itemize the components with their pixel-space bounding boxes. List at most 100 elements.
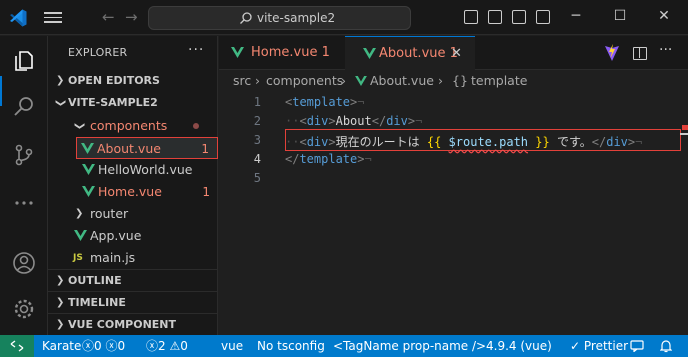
feedback-icon[interactable]	[630, 340, 644, 352]
back-arrow-icon[interactable]: ←	[102, 8, 115, 26]
section-label: OUTLINE	[68, 274, 122, 287]
split-editor-icon[interactable]	[633, 47, 647, 60]
overview-ruler-cursor-mark	[680, 133, 688, 135]
line-number: 1	[253, 95, 261, 109]
language-mode[interactable]: vue	[221, 335, 243, 357]
status-bar: Karate ⓧ0 ⓧ0 ⓧ2 ⚠0 vue No tsconfig <TagN…	[0, 335, 688, 357]
sidebar-more-icon[interactable]: ···	[188, 42, 204, 58]
section-vue-component-preview[interactable]: ❯ VUE COMPONENT PREVIEW	[48, 313, 218, 353]
title-bar: ← → vite-sample2 ─ ☐ ✕	[0, 0, 688, 35]
command-center-search[interactable]: vite-sample2	[148, 6, 411, 30]
breadcrumb-file[interactable]: About.vue	[370, 70, 434, 92]
editor-more-actions-icon[interactable]: ···	[659, 42, 672, 58]
check-double-icon: ✓	[570, 339, 581, 353]
forward-arrow-icon[interactable]: →	[125, 8, 138, 26]
chevron-right-icon: ❯	[56, 275, 65, 286]
tree-item-label: main.js	[90, 250, 136, 265]
modified-dot-icon	[193, 123, 199, 129]
maximize-button[interactable]: ☐	[610, 6, 630, 26]
warning-count: 0	[180, 339, 188, 353]
section-open-editors[interactable]: ❯ OPEN EDITORS	[48, 70, 218, 92]
sidebar-title: EXPLORER	[68, 46, 128, 59]
chevron-down-icon: ❯	[74, 121, 86, 131]
tag-name-format[interactable]: <TagName prop-name />	[333, 335, 486, 357]
tree-item-components-folder[interactable]: ❯ components	[48, 115, 218, 137]
vue-file-icon	[82, 164, 95, 175]
section-label: TIMELINE	[68, 296, 126, 309]
line-number: 3	[253, 133, 261, 147]
line-number: 5	[253, 171, 261, 185]
js-file-icon: JS	[73, 253, 83, 263]
section-label: VITE-SAMPLE2	[68, 96, 158, 109]
accounts-icon[interactable]	[11, 250, 37, 276]
toggle-secondary-sidebar-icon[interactable]	[512, 10, 526, 24]
toggle-sidebar-icon[interactable]	[464, 10, 478, 24]
tree-item-about-vue[interactable]: About.vue 1	[76, 137, 218, 159]
section-outline[interactable]: ❯ OUTLINE	[48, 269, 218, 291]
problems-status[interactable]: ⓧ0 ⓧ0	[82, 335, 125, 357]
tab-label: Home.vue 1	[251, 45, 330, 60]
editor-tabs: Home.vue 1 About.vue 1 ✕ ···	[219, 36, 688, 70]
breadcrumb-src[interactable]: src	[233, 70, 251, 92]
tsconfig-status[interactable]: No tsconfig	[257, 335, 325, 357]
code-line-2: ··<div>About</div>¬	[285, 114, 423, 128]
menu-icon[interactable]	[44, 9, 62, 25]
error-count: 2	[158, 339, 166, 353]
manage-gear-icon[interactable]	[11, 296, 37, 322]
warning-icon: ⚠	[169, 339, 181, 353]
line-number: 4	[253, 152, 261, 166]
tree-item-label: About.vue	[97, 141, 161, 156]
minimize-button[interactable]: ─	[566, 6, 586, 26]
problem-count-badge: 1	[201, 142, 209, 156]
section-label: OPEN EDITORS	[68, 74, 160, 87]
breadcrumb-components[interactable]: components	[266, 70, 343, 92]
remote-indicator[interactable]	[0, 335, 34, 357]
error-icon: ⓧ	[146, 339, 159, 353]
more-views-icon[interactable]	[11, 190, 37, 216]
prettier-label: Prettier	[583, 339, 629, 353]
tree-item-label: components	[90, 118, 168, 133]
notifications-bell-icon[interactable]	[660, 339, 672, 353]
toggle-panel-icon[interactable]	[488, 10, 502, 24]
tab-about-vue[interactable]: About.vue 1 ✕	[345, 36, 475, 70]
error-icon: ⓧ	[82, 339, 95, 353]
customize-layout-icon[interactable]	[536, 10, 550, 24]
tree-item-main-js[interactable]: JS main.js	[48, 247, 218, 269]
breadcrumb: src › components › About.vue › {} templa…	[219, 70, 688, 92]
explorer-sidebar: EXPLORER ··· ❯ OPEN EDITORS ❯ VITE-SAMPL…	[48, 36, 218, 353]
tree-item-home-vue[interactable]: Home.vue 1	[48, 181, 218, 203]
tree-item-label: router	[90, 206, 129, 221]
section-timeline[interactable]: ❯ TIMELINE	[48, 291, 218, 313]
vue-problems-status[interactable]: ⓧ2 ⚠0	[146, 335, 188, 357]
karate-status[interactable]: Karate	[42, 335, 81, 357]
tree-item-app-vue[interactable]: App.vue	[48, 225, 218, 247]
chevron-right-icon: ❯	[75, 208, 84, 219]
code-editor[interactable]: 1 2 3 4 5 <template>¬ ··<div>About</div>…	[219, 92, 688, 335]
close-tab-button[interactable]: ✕	[451, 37, 462, 71]
chevron-right-icon: ❯	[56, 75, 65, 86]
tree-item-router-folder[interactable]: ❯ router	[48, 203, 218, 225]
source-control-icon[interactable]	[11, 142, 37, 168]
search-text: vite-sample2	[257, 11, 336, 25]
search-sidebar-icon[interactable]	[11, 94, 37, 120]
section-project[interactable]: ❯ VITE-SAMPLE2	[48, 92, 218, 114]
typescript-version[interactable]: 4.9.4 (vue)	[486, 335, 552, 357]
symbol-icon: {}	[452, 73, 468, 88]
prettier-status[interactable]: ✓ Prettier	[570, 335, 628, 357]
line-number: 2	[253, 114, 261, 128]
tree-item-helloworld-vue[interactable]: HelloWorld.vue	[48, 159, 218, 181]
vue-file-icon	[81, 143, 94, 154]
error-count: 0	[94, 339, 102, 353]
warning-count: 0	[117, 339, 126, 353]
explorer-icon[interactable]	[11, 48, 37, 74]
close-window-button[interactable]: ✕	[654, 6, 674, 26]
vite-icon[interactable]	[604, 44, 620, 62]
vue-file-icon	[363, 48, 376, 59]
tab-home-vue[interactable]: Home.vue 1	[219, 36, 345, 70]
breadcrumb-symbol[interactable]: template	[471, 70, 527, 92]
search-icon	[240, 12, 252, 24]
breadcrumb-separator-icon: ›	[255, 73, 260, 88]
vue-file-icon	[231, 47, 244, 58]
remote-icon	[10, 340, 24, 352]
active-indicator	[0, 76, 2, 106]
